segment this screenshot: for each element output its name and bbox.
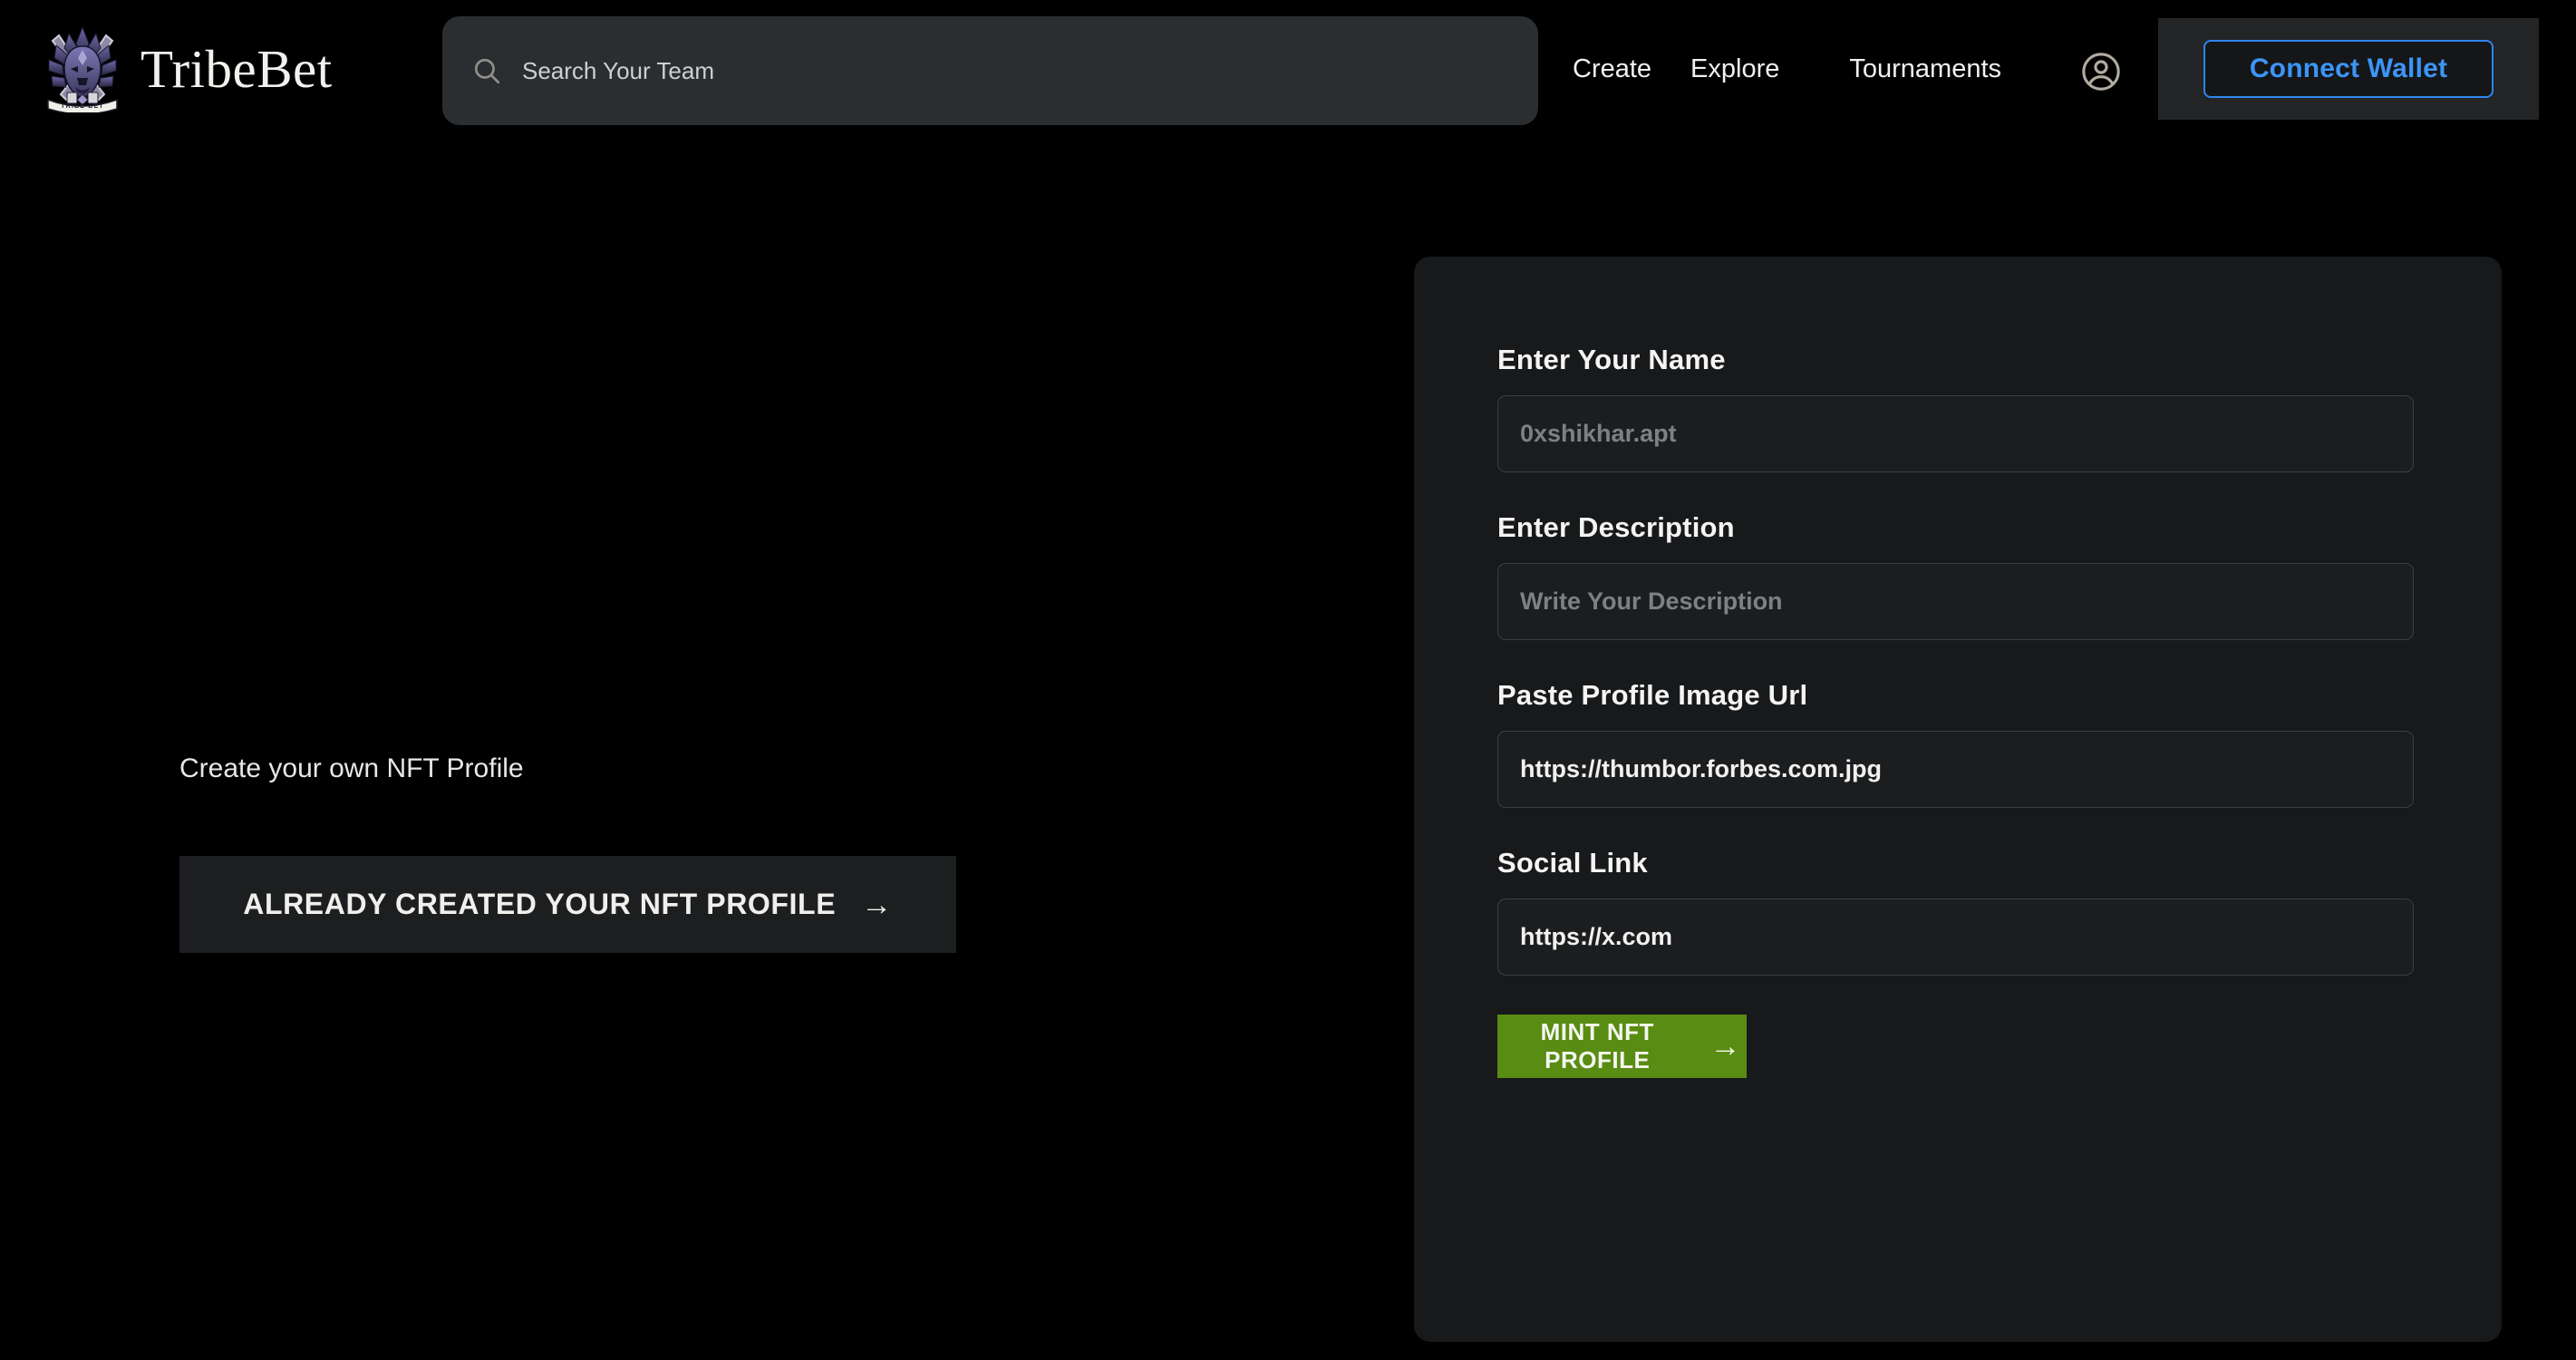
nav-link-tournaments[interactable]: Tournaments <box>1849 54 2001 84</box>
search-input[interactable] <box>522 56 1509 85</box>
main-nav: Create Explore Tournaments <box>1573 0 2001 138</box>
field-label-description: Enter Description <box>1497 511 1735 543</box>
description-input[interactable] <box>1497 563 2414 640</box>
nav-link-explore[interactable]: Explore <box>1690 54 1779 84</box>
field-label-social-link: Social Link <box>1497 847 1648 879</box>
left-tagline: Create your own NFT Profile <box>179 753 524 783</box>
nav-link-create[interactable]: Create <box>1573 54 1651 84</box>
mint-nft-profile-button[interactable]: MINT NFT PROFILE → <box>1497 1015 1747 1078</box>
field-name: Enter Your Name <box>1497 344 2418 472</box>
connect-wallet-button[interactable]: Connect Wallet <box>2203 40 2494 98</box>
account-circle-icon[interactable] <box>2078 49 2124 94</box>
image-url-input[interactable] <box>1497 731 2414 808</box>
arrow-right-icon: → <box>1709 1029 1741 1064</box>
field-image-url: Paste Profile Image Url <box>1497 679 2418 808</box>
field-label-name: Enter Your Name <box>1497 344 1726 375</box>
already-created-profile-button[interactable]: ALREADY CREATED YOUR NFT PROFILE → <box>179 856 956 953</box>
social-link-input[interactable] <box>1497 899 2414 976</box>
arrow-right-icon: → <box>861 887 893 922</box>
top-header: TRIBE BET TribeBet Create Explore Tourna… <box>0 0 2576 138</box>
app-root: TRIBE BET TribeBet Create Explore Tourna… <box>0 0 2576 1360</box>
wallet-button-container: Connect Wallet <box>2158 18 2539 120</box>
already-created-profile-label: ALREADY CREATED YOUR NFT PROFILE <box>243 888 837 920</box>
svg-text:TRIBE BET: TRIBE BET <box>61 103 104 110</box>
search-bar[interactable] <box>442 16 1538 125</box>
mint-profile-form-panel: Enter Your Name Enter Description Paste … <box>1414 257 2502 1342</box>
brand-logo[interactable]: TRIBE BET TribeBet <box>41 11 333 127</box>
field-social-link: Social Link <box>1497 847 2418 976</box>
brand-name: TribeBet <box>140 38 333 99</box>
field-label-image-url: Paste Profile Image Url <box>1497 679 1808 711</box>
left-column: Create your own NFT Profile ALREADY CREA… <box>179 753 977 953</box>
tribal-mask-emblem-icon: TRIBE BET <box>41 25 124 115</box>
field-description: Enter Description <box>1497 511 2418 640</box>
mint-nft-profile-label: MINT NFT PROFILE <box>1540 1018 1654 1073</box>
name-input[interactable] <box>1497 395 2414 472</box>
search-icon <box>471 55 502 86</box>
